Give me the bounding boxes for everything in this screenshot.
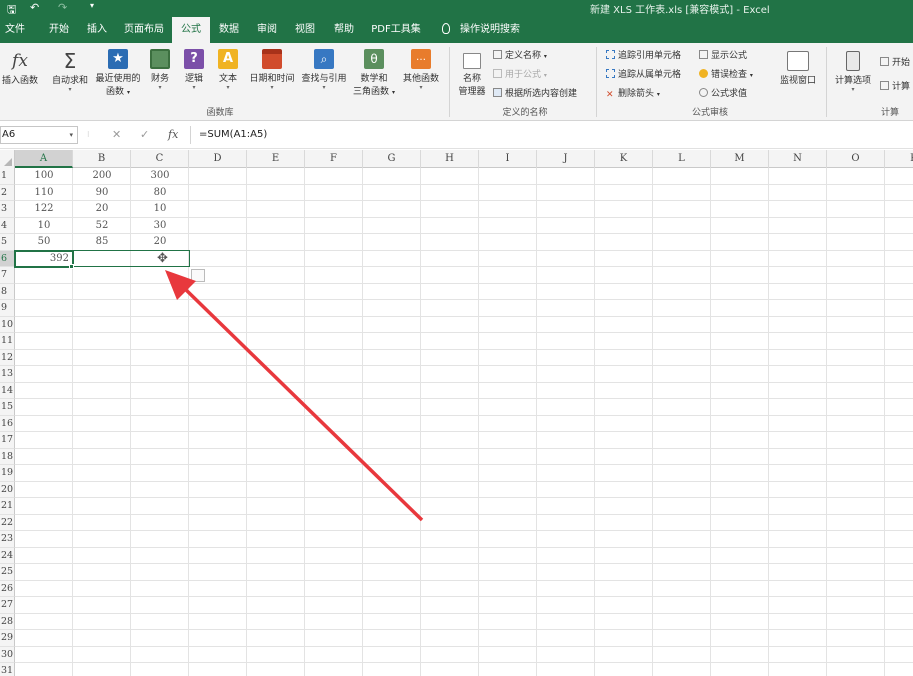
arrow-shaft xyxy=(179,283,424,522)
annotation-arrow xyxy=(165,270,424,522)
